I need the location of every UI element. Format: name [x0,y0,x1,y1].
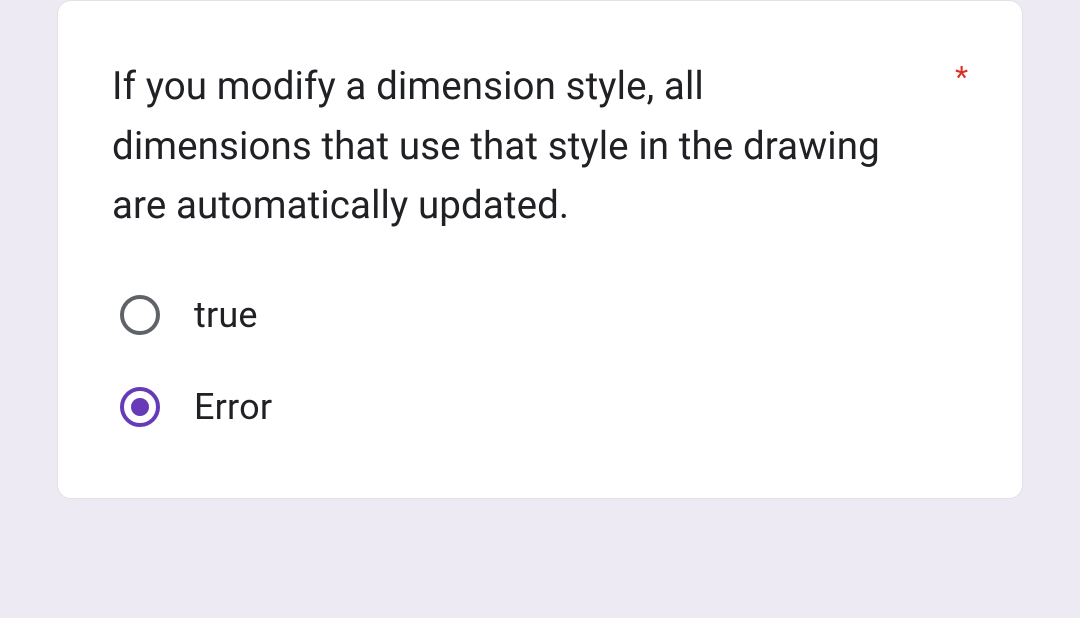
option-label: Error [194,386,272,428]
options-group: true Error [112,294,968,428]
option-label: true [194,294,258,336]
required-asterisk: * [955,57,968,93]
question-card: If you modify a dimension style, all dim… [57,0,1023,499]
option-error[interactable]: Error [120,386,968,428]
question-row: If you modify a dimension style, all dim… [112,57,968,236]
radio-checked-icon [120,387,160,427]
question-text: If you modify a dimension style, all dim… [112,57,902,236]
radio-unchecked-icon [120,295,160,335]
option-true[interactable]: true [120,294,968,336]
